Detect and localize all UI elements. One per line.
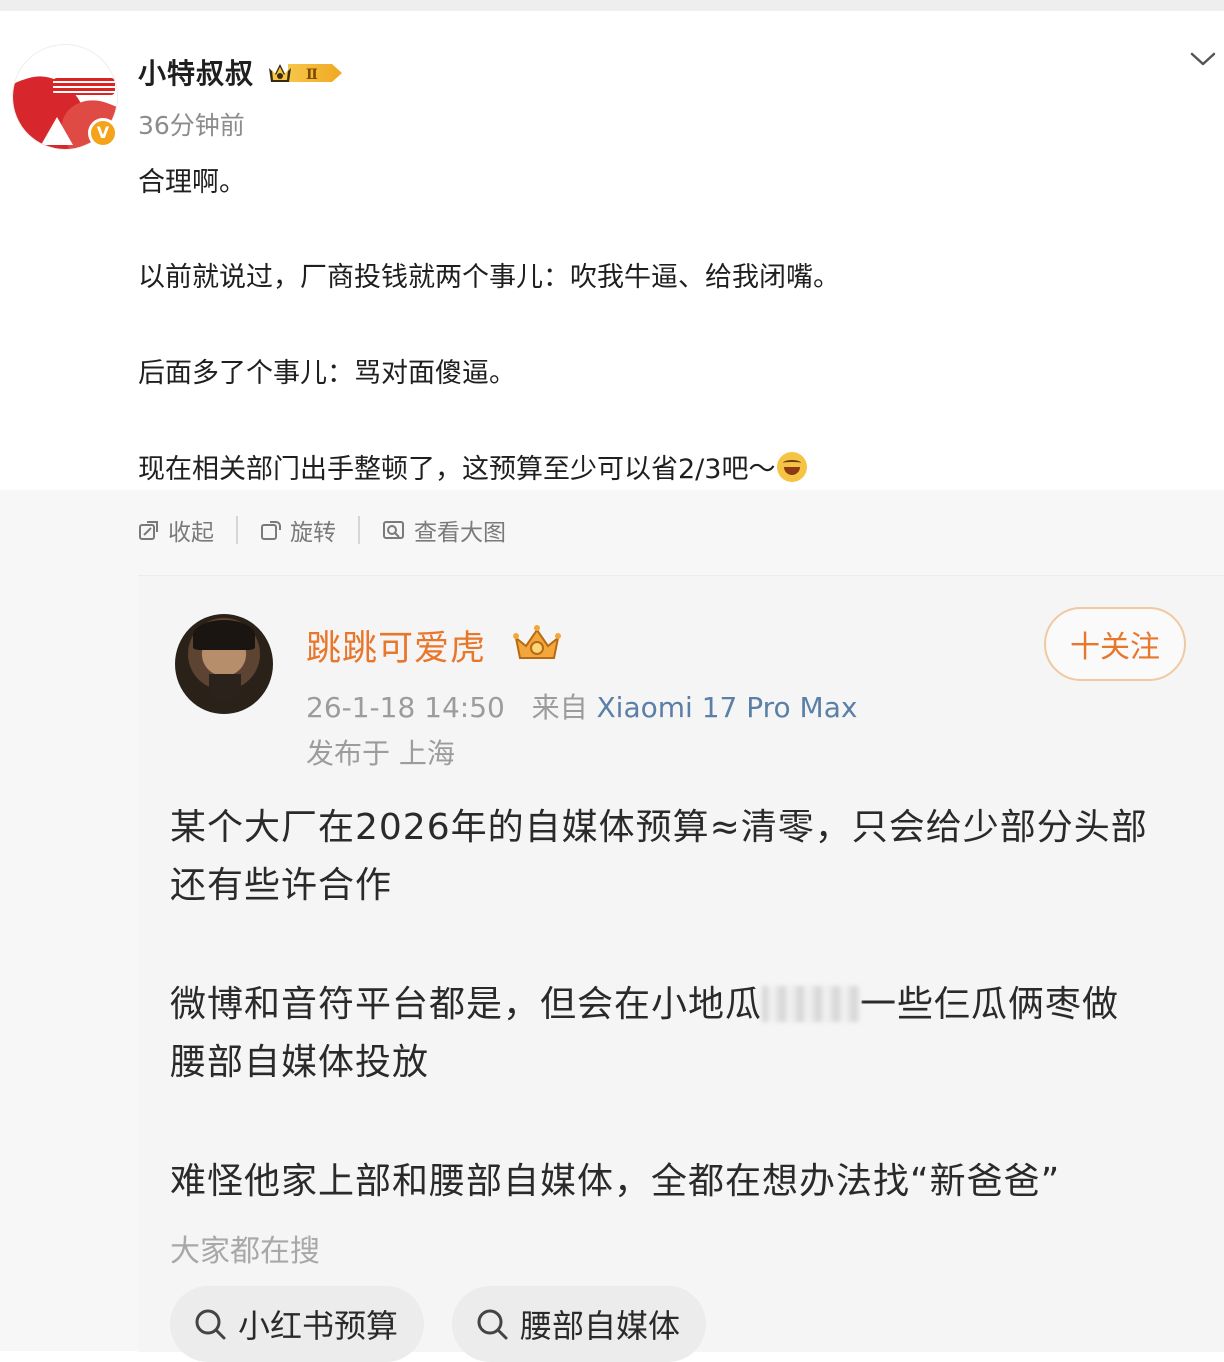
post-timestamp: 36分钟前 — [138, 111, 245, 140]
search-icon — [477, 1309, 508, 1340]
quoted-text-p2-line2: 腰部自媒体投放 — [170, 1042, 430, 1083]
image-toolbar: 收起 旋转 查看大图 — [138, 504, 506, 556]
quoted-text-p2-line1: 微博和音符平台都是，但会在小地瓜 一些仨瓜俩枣做 — [170, 975, 1119, 1027]
quoted-datetime: 26-1-18 14:50 — [306, 691, 505, 724]
rotate-label: 旋转 — [290, 520, 336, 546]
toolbar-divider — [358, 516, 360, 544]
top-divider — [0, 0, 1224, 11]
post-text-line-4: 现在相关部门出手整顿了，这预算至少可以省2/3吧～ — [138, 447, 808, 486]
trending-search-title: 大家都在搜 — [170, 1234, 320, 1269]
redacted-blur — [762, 986, 861, 1022]
follow-button: 十关注 — [1044, 607, 1186, 681]
quoted-meta: 26-1-18 14:50 来自 Xiaomi 17 Pro Max — [306, 686, 857, 726]
quoted-text-p2-line1-a: 微博和音符平台都是，但会在小地瓜 — [170, 984, 763, 1025]
quoted-author-name: 跳跳可爱虎 — [306, 629, 487, 669]
quoted-device: Xiaomi 17 Pro Max — [596, 691, 858, 724]
view-large-button[interactable]: 查看大图 — [382, 513, 506, 547]
crown-icon — [513, 625, 561, 659]
rofl-emoji-icon — [777, 452, 808, 482]
quoted-text-p3: 难怪他家上部和腰部自媒体，全都在想办法找“新爸爸” — [170, 1161, 1061, 1202]
view-large-label: 查看大图 — [414, 520, 506, 546]
post-text-line-4-text: 现在相关部门出手整顿了，这预算至少可以省2/3吧～ — [138, 454, 776, 485]
author-avatar[interactable]: V — [12, 44, 118, 150]
search-icon — [195, 1309, 226, 1340]
rotate-button[interactable]: 旋转 — [260, 513, 336, 547]
collapse-button[interactable]: 收起 — [138, 513, 214, 547]
quoted-author-avatar — [175, 614, 273, 714]
quoted-text-p1-line1: 某个大厂在2026年的自媒体预算≈清零，只会给少部分头部 — [170, 807, 1148, 848]
search-chip-label: 腰部自媒体 — [520, 1307, 681, 1345]
collapse-label: 收起 — [168, 520, 214, 546]
rotate-icon — [261, 521, 281, 540]
toolbar-divider — [236, 516, 238, 544]
quoted-from-label: 来自 — [531, 691, 588, 724]
author-name[interactable]: 小特叔叔 — [138, 52, 254, 92]
svg-text:Ⅱ: Ⅱ — [306, 67, 318, 83]
chevron-down-icon[interactable] — [1188, 44, 1218, 74]
post-text-line-1: 合理啊。 — [138, 167, 246, 198]
verified-badge-icon: V — [88, 118, 118, 148]
quoted-text-p2-line1-b: 一些仨瓜俩枣做 — [860, 984, 1120, 1025]
post-text-line-2: 以前就说过，厂商投钱就两个事儿：吹我牛逼、给我闭嘴。 — [138, 262, 840, 293]
quoted-text-p1-line2: 还有些许合作 — [170, 865, 393, 906]
collapse-icon — [139, 521, 158, 540]
search-chip-label: 小红书预算 — [238, 1307, 399, 1345]
post-text-line-3: 后面多了个事儿：骂对面傻逼。 — [138, 358, 516, 389]
member-crown-badge-icon[interactable]: Ⅱ — [266, 58, 344, 88]
quoted-location: 发布于 上海 — [306, 737, 455, 770]
view-large-icon — [383, 521, 404, 539]
